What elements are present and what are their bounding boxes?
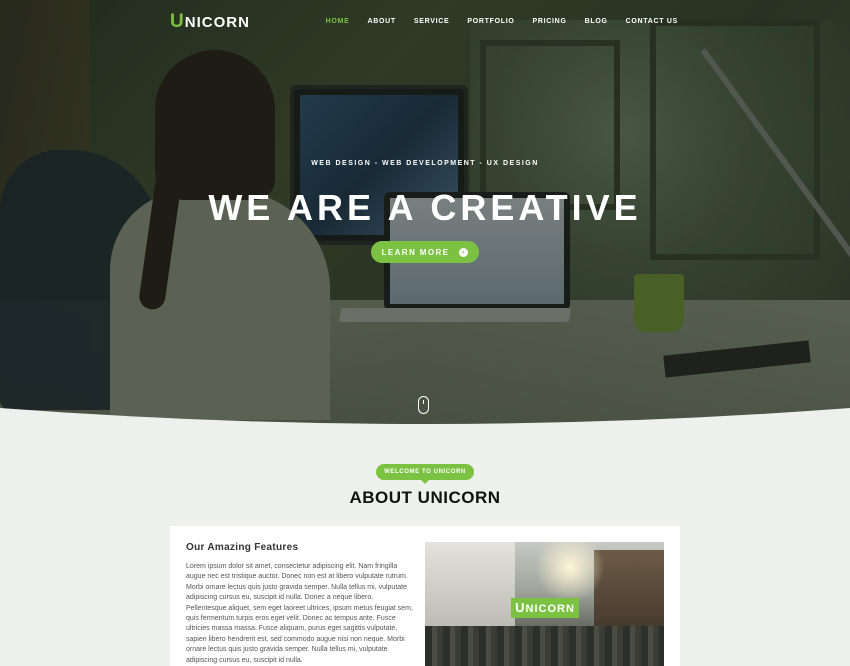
photo-logo-text: NICORN (525, 603, 575, 615)
nav-item-contact-us[interactable]: CONTACT US (626, 18, 678, 25)
hero-subtitle: WEB DESIGN - WEB DEVELOPMENT - UX DESIGN (311, 160, 539, 167)
street-photo: UNICORN (425, 542, 664, 666)
features-text: Lorem ipsum dolor sit amet, consectetur … (186, 563, 413, 664)
about-title: ABOUT UNICORN (349, 488, 501, 507)
about-section: WELCOME TO UNICORN ABOUT UNICORN Our Ama… (0, 440, 850, 666)
logo-text: NICORN (184, 14, 250, 31)
photo-logo: UNICORN (511, 598, 579, 618)
chevron-right-circle-icon: › (459, 247, 469, 257)
hero-section: UNICORN HOME ABOUT SERVICE PORTFOLIO PRI… (0, 0, 850, 440)
hero-title: WE ARE A CREATIVE (208, 187, 642, 228)
top-navigation: UNICORN HOME ABOUT SERVICE PORTFOLIO PRI… (0, 0, 850, 44)
learn-more-label: LEARN MORE (381, 247, 450, 257)
nav-item-portfolio[interactable]: PORTFOLIO (467, 18, 514, 25)
nav-item-service[interactable]: SERVICE (414, 18, 450, 25)
logo-initial: U (170, 11, 185, 32)
welcome-badge: WELCOME TO UNICORN (376, 464, 474, 484)
learn-more-button[interactable]: LEARN MORE › (370, 241, 480, 263)
photo-logo-initial: U (515, 600, 526, 615)
features-heading: Our Amazing Features (186, 542, 299, 553)
nav-item-blog[interactable]: BLOG (585, 18, 608, 25)
main-menu: HOME ABOUT SERVICE PORTFOLIO PRICING BLO… (326, 18, 678, 25)
nav-item-home[interactable]: HOME (326, 18, 350, 25)
logo[interactable]: UNICORN (170, 11, 250, 33)
nav-item-pricing[interactable]: PRICING (533, 18, 567, 25)
mouse-scroll-icon[interactable] (418, 396, 429, 414)
nav-item-about[interactable]: ABOUT (367, 18, 395, 25)
hero-content: WEB DESIGN - WEB DEVELOPMENT - UX DESIGN… (0, 160, 850, 263)
features-card: Our Amazing Features Lorem ipsum dolor s… (170, 526, 680, 666)
